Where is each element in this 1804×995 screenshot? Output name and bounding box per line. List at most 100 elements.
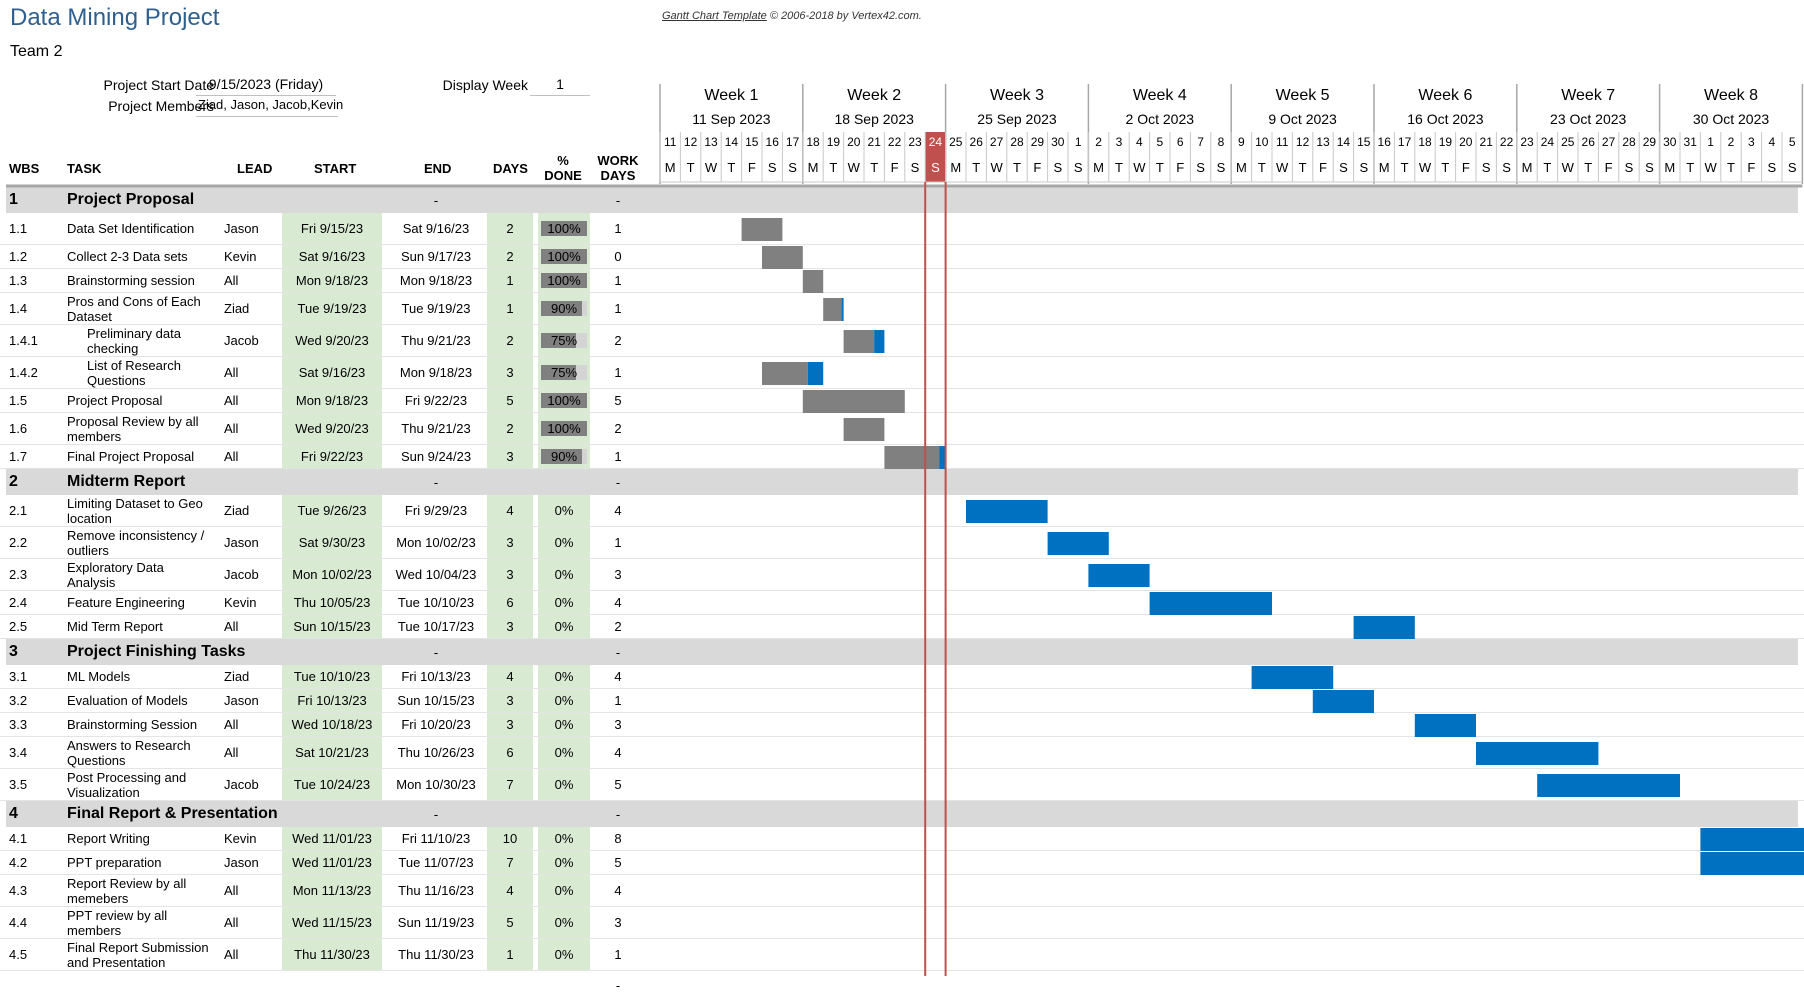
day-letter: S [1788, 160, 1797, 175]
day-number: 29 [1643, 135, 1657, 149]
day-number: 17 [786, 135, 800, 149]
progress-text: 100% [547, 393, 581, 408]
day-letter: W [1562, 160, 1575, 175]
day-number: 2 [1728, 135, 1735, 149]
day-letter: S [1625, 160, 1634, 175]
day-letter: W [1704, 160, 1717, 175]
day-letter: S [1053, 160, 1062, 175]
progress-bar: 90% [541, 301, 587, 316]
day-letter: M [1664, 160, 1675, 175]
day-letter: F [1462, 160, 1470, 175]
day-number: 22 [1500, 135, 1514, 149]
day-number: 4 [1136, 135, 1143, 149]
day-letter: F [891, 160, 899, 175]
gantt-bar-complete[interactable] [843, 418, 885, 441]
gantt-bar-remaining[interactable] [807, 362, 824, 385]
day-letter: M [1522, 160, 1533, 175]
day-number: 10 [1255, 135, 1269, 149]
day-letter: S [911, 160, 920, 175]
day-letter: S [1339, 160, 1348, 175]
gantt-bar-remaining[interactable] [1251, 666, 1334, 689]
gantt-bar-remaining[interactable] [841, 298, 844, 321]
progress-text: 100% [547, 249, 581, 264]
week-label: Week 1 [704, 87, 758, 104]
day-number: 8 [1218, 135, 1225, 149]
gantt-bar-remaining[interactable] [1312, 690, 1374, 713]
day-number: 11 [664, 135, 677, 149]
gantt-bar-complete[interactable] [762, 246, 803, 269]
week-date: 9 Oct 2023 [1268, 111, 1337, 127]
day-letter: S [1482, 160, 1491, 175]
week-label: Week 2 [847, 87, 901, 104]
progress-text: 90% [550, 301, 578, 316]
day-number: 26 [970, 135, 984, 149]
day-letter: T [1543, 160, 1551, 175]
gantt-bar-remaining[interactable] [966, 500, 1048, 523]
week-date: 25 Sep 2023 [977, 111, 1057, 127]
week-date: 18 Sep 2023 [834, 111, 914, 127]
gantt-bar-remaining[interactable] [1700, 828, 1804, 851]
day-letter: W [848, 160, 861, 175]
day-number: 16 [766, 135, 780, 149]
day-number: 28 [1010, 135, 1024, 149]
day-letter: T [870, 160, 878, 175]
gantt-bar-complete[interactable] [823, 298, 842, 321]
gantt-bar-complete[interactable] [762, 362, 808, 385]
gantt-bar-complete[interactable] [802, 270, 824, 293]
day-letter: M [808, 160, 819, 175]
day-number: 25 [1561, 135, 1575, 149]
day-letter: T [1258, 160, 1266, 175]
day-letter: M [665, 160, 676, 175]
week-label: Week 4 [1133, 87, 1187, 104]
day-number: 15 [1357, 135, 1371, 149]
gantt-bar-remaining[interactable] [1700, 852, 1804, 875]
gantt-bar-complete[interactable] [741, 218, 783, 241]
day-number: 18 [1418, 135, 1432, 149]
day-number: 11 [1276, 135, 1289, 149]
day-letter: T [1115, 160, 1123, 175]
gantt-bar-remaining[interactable] [1047, 532, 1109, 555]
gantt-bar-complete[interactable] [884, 446, 940, 469]
day-letter: T [1013, 160, 1021, 175]
day-letter: T [687, 160, 695, 175]
day-letter: M [1093, 160, 1104, 175]
week-date: 2 Oct 2023 [1126, 111, 1195, 127]
day-number: 16 [1378, 135, 1392, 149]
day-number: 19 [827, 135, 841, 149]
gantt-bar-complete[interactable] [802, 390, 905, 413]
gantt-bar-complete[interactable] [843, 330, 875, 353]
day-number: 17 [1398, 135, 1412, 149]
day-number: 15 [745, 135, 759, 149]
progress-text: 100% [547, 421, 581, 436]
day-number: 24 [929, 135, 943, 149]
day-number: 1 [1075, 135, 1082, 149]
day-letter: W [705, 160, 718, 175]
day-number: 19 [1439, 135, 1453, 149]
progress-bar: 100% [541, 393, 587, 408]
gantt-bar-remaining[interactable] [874, 330, 885, 353]
gantt-bars [741, 218, 1804, 875]
progress-bar: 100% [541, 221, 587, 236]
week-date: 30 Oct 2023 [1693, 111, 1769, 127]
day-letter: S [1196, 160, 1205, 175]
gantt-bar-remaining[interactable] [1088, 564, 1150, 587]
day-number: 25 [949, 135, 963, 149]
day-letter: T [1299, 160, 1307, 175]
day-number: 14 [1337, 135, 1351, 149]
progress-bar: 100% [541, 421, 587, 436]
day-letter: T [829, 160, 837, 175]
day-headers: 11M12T13W14T15F16S17S18M19T20W21T22F23S2… [659, 132, 1803, 183]
day-letter: F [1033, 160, 1041, 175]
gantt-bar-remaining[interactable] [1537, 774, 1680, 797]
progress-text: 75% [550, 333, 578, 348]
day-letter: M [1236, 160, 1247, 175]
day-letter: T [1156, 160, 1164, 175]
day-number: 23 [1520, 135, 1534, 149]
day-letter: M [950, 160, 961, 175]
gantt-bar-remaining[interactable] [1476, 742, 1599, 765]
day-number: 14 [725, 135, 739, 149]
gantt-bar-remaining[interactable] [1149, 592, 1272, 615]
gantt-bar-remaining[interactable] [1414, 714, 1476, 737]
day-letter: T [1727, 160, 1735, 175]
gantt-bar-remaining[interactable] [1353, 616, 1415, 639]
